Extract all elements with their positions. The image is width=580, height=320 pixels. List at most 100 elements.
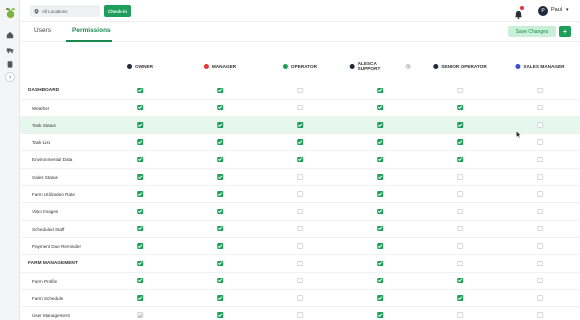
permission-checkbox[interactable] [217,139,223,145]
permission-checkbox[interactable] [457,122,463,128]
permission-checkbox[interactable] [457,225,463,232]
permission-checkbox[interactable] [457,87,463,93]
permission-checkbox[interactable] [217,104,223,111]
permission-checkbox[interactable] [377,225,383,232]
permission-checkbox[interactable] [537,104,543,111]
permission-checkbox[interactable] [217,225,223,232]
permission-checkbox[interactable] [537,243,543,249]
permission-checkbox[interactable] [217,243,223,249]
permission-checkbox[interactable] [377,156,383,163]
app-logo[interactable] [3,5,18,20]
permission-checkbox[interactable] [377,295,383,301]
permission-checkbox[interactable] [217,260,223,266]
permission-checkbox[interactable] [377,139,383,145]
save-changes-button[interactable]: Save Changes [508,26,556,37]
permission-checkbox[interactable] [457,139,463,145]
permission-checkbox[interactable] [377,260,383,266]
permission-checkbox[interactable] [297,174,303,180]
permission-checkbox[interactable] [377,87,383,93]
tab-permissions[interactable]: Permissions [72,27,111,34]
permission-checkbox[interactable] [377,208,383,215]
permission-checkbox[interactable] [137,295,143,301]
permission-checkbox[interactable] [217,122,223,128]
permission-checkbox[interactable] [297,122,303,128]
permission-checkbox[interactable] [457,174,463,180]
permission-checkbox[interactable] [137,174,143,180]
permission-checkbox[interactable] [297,295,303,301]
permission-checkbox[interactable] [457,104,463,111]
permission-checkbox[interactable] [297,87,303,93]
permission-checkbox[interactable] [297,312,303,318]
permission-checkbox[interactable] [537,208,543,215]
permission-checkbox[interactable] [137,191,143,197]
permission-checkbox[interactable] [297,191,303,197]
permission-checkbox[interactable] [217,295,223,301]
permission-checkbox[interactable] [537,191,543,197]
permission-checkbox[interactable] [137,208,143,215]
chevron-down-icon[interactable]: ▾ [566,7,569,13]
notifications-button[interactable] [514,6,524,19]
permission-checkbox[interactable] [537,260,543,266]
home-icon[interactable] [5,30,15,40]
permission-checkbox[interactable] [537,122,543,128]
permission-checkbox[interactable] [377,243,383,249]
permission-checkbox[interactable] [217,156,223,163]
permission-checkbox[interactable] [377,312,383,318]
permission-checkbox[interactable] [297,104,303,111]
location-select[interactable]: All Locations [30,5,100,17]
permission-checkbox[interactable] [537,225,543,232]
clipboard-icon[interactable] [5,59,15,69]
permission-checkbox[interactable] [217,208,223,215]
permission-checkbox[interactable] [457,312,463,318]
permission-checkbox[interactable] [297,208,303,215]
permission-checkbox[interactable] [457,156,463,163]
permission-checkbox[interactable] [297,243,303,249]
permission-checkbox[interactable] [297,260,303,266]
permission-checkbox[interactable] [137,87,143,93]
permission-checkbox[interactable] [377,191,383,197]
permission-checkbox[interactable] [537,156,543,163]
permission-checkbox[interactable] [457,295,463,301]
truck-icon[interactable] [5,45,15,55]
permission-checkbox[interactable] [297,139,303,145]
permission-checkbox[interactable] [537,277,543,284]
permission-checkbox[interactable] [537,295,543,301]
permission-label: Task Status [32,122,56,128]
permission-checkbox[interactable] [137,104,143,111]
permission-checkbox[interactable] [297,277,303,284]
permission-checkbox[interactable] [217,312,223,318]
permission-checkbox[interactable] [377,104,383,111]
permission-checkbox[interactable] [297,225,303,232]
info-icon[interactable]: i [405,63,411,69]
permission-checkbox[interactable] [537,139,543,145]
permission-checkbox[interactable] [537,312,543,318]
permission-checkbox[interactable] [217,174,223,180]
add-role-button[interactable]: + [559,26,571,37]
permission-checkbox[interactable] [137,225,143,232]
permission-checkbox[interactable] [217,277,223,284]
permission-checkbox[interactable] [377,277,383,284]
permission-checkbox[interactable] [137,277,143,284]
permission-checkbox[interactable] [377,174,383,180]
permission-checkbox[interactable] [297,156,303,163]
permission-checkbox[interactable] [137,139,143,145]
permission-checkbox[interactable] [457,260,463,266]
permission-checkbox[interactable] [377,122,383,128]
permission-checkbox[interactable] [457,191,463,197]
tab-users[interactable]: Users [34,27,51,34]
permission-checkbox[interactable] [457,243,463,249]
permission-checkbox[interactable] [217,87,223,93]
permission-checkbox[interactable] [137,122,143,128]
check-in-button[interactable]: Check-in [104,5,131,17]
permission-checkbox[interactable] [137,243,143,249]
avatar[interactable]: P [538,6,548,16]
user-name[interactable]: Paul [551,7,562,13]
permission-checkbox[interactable] [537,87,543,93]
permission-checkbox[interactable] [537,174,543,180]
permission-checkbox[interactable] [457,208,463,215]
permission-checkbox[interactable] [137,260,143,266]
permission-checkbox[interactable] [457,277,463,284]
permission-checkbox[interactable] [137,156,143,163]
permission-checkbox[interactable] [217,191,223,197]
expand-sidebar-button[interactable]: › [5,72,15,82]
